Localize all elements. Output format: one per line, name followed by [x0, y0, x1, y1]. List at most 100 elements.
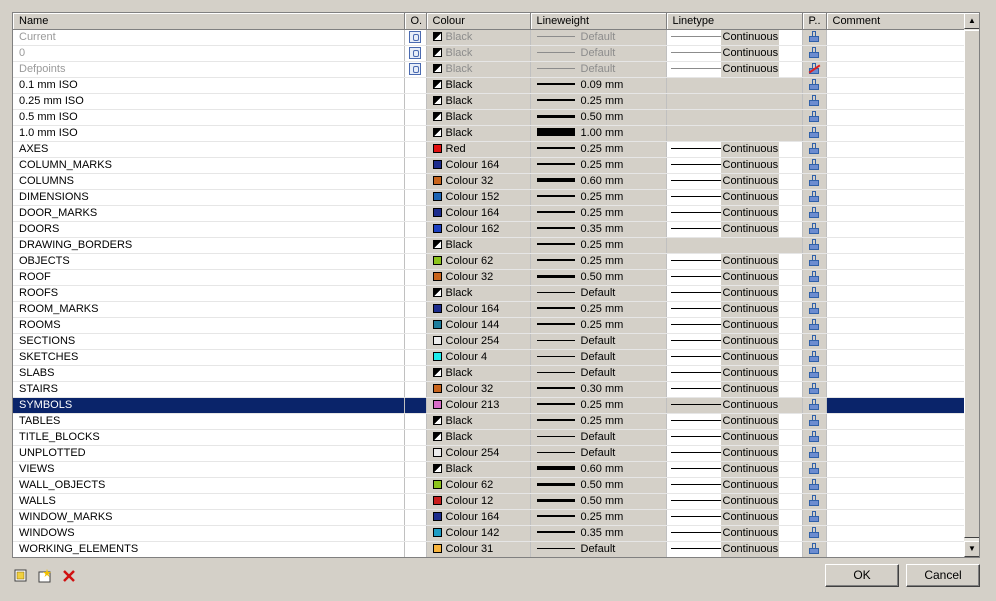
col-header-comment[interactable]: Comment	[826, 13, 965, 30]
layer-on-cell[interactable]	[404, 61, 427, 78]
layer-colour-cell[interactable]: Colour 254	[426, 445, 531, 462]
layer-row[interactable]: SKETCHES Colour 4 Default Continuous	[13, 349, 965, 366]
layer-on-cell[interactable]	[404, 29, 427, 46]
col-header-on[interactable]: O.	[404, 13, 427, 30]
layer-linetype-cell[interactable]: Continuous	[666, 189, 803, 206]
layer-row[interactable]: WORKING_ELEMENTS Colour 31 Default Continuo…	[13, 541, 965, 557]
layer-plot-cell[interactable]	[802, 461, 827, 478]
layer-comment-cell[interactable]	[826, 397, 965, 414]
layer-colour-cell[interactable]: Black	[426, 61, 531, 78]
layer-linetype-cell[interactable]: Continuous	[666, 173, 803, 190]
layer-name[interactable]: 0	[13, 45, 405, 62]
layer-lineweight-cell[interactable]: 0.50 mm	[530, 109, 667, 126]
layer-lineweight-cell[interactable]: Default	[530, 29, 667, 46]
layer-colour-cell[interactable]: Black	[426, 237, 531, 254]
ok-button[interactable]: OK	[825, 564, 899, 587]
layer-row[interactable]: UNPLOTTED Colour 254 Default Continuous	[13, 445, 965, 462]
plot-icon[interactable]	[808, 127, 819, 139]
layer-colour-cell[interactable]: Black	[426, 365, 531, 382]
layer-name[interactable]: COLUMNS	[13, 173, 405, 190]
layer-plot-cell[interactable]	[802, 61, 827, 78]
plot-icon[interactable]	[808, 463, 819, 475]
layer-colour-cell[interactable]: Colour 31	[426, 541, 531, 557]
layer-lineweight-cell[interactable]: 0.25 mm	[530, 509, 667, 526]
layer-colour-cell[interactable]: Black	[426, 125, 531, 142]
layer-linetype-cell[interactable]: Continuous	[666, 509, 803, 526]
layer-comment-cell[interactable]	[826, 285, 965, 302]
layer-row[interactable]: STAIRS Colour 32 0.30 mm Continuous	[13, 381, 965, 398]
layer-plot-cell[interactable]	[802, 205, 827, 222]
layer-name[interactable]: DOOR_MARKS	[13, 205, 405, 222]
layer-name[interactable]: DIMENSIONS	[13, 189, 405, 206]
layer-comment-cell[interactable]	[826, 253, 965, 270]
layer-linetype-cell[interactable]: Continuous	[666, 365, 803, 382]
layer-row[interactable]: 0.1 mm ISO Black 0.09 mm	[13, 77, 965, 94]
layer-row[interactable]: 1.0 mm ISO Black 1.00 mm	[13, 125, 965, 142]
layer-name[interactable]: OBJECTS	[13, 253, 405, 270]
layer-plot-cell[interactable]	[802, 445, 827, 462]
layer-on-icon[interactable]	[408, 31, 421, 44]
layer-row[interactable]: 0.5 mm ISO Black 0.50 mm	[13, 109, 965, 126]
layer-comment-cell[interactable]	[826, 205, 965, 222]
layer-plot-cell[interactable]	[802, 333, 827, 350]
layer-comment-cell[interactable]	[826, 365, 965, 382]
layer-row[interactable]: WINDOWS Colour 142 0.35 mm Continuous	[13, 525, 965, 542]
layer-lineweight-cell[interactable]: 0.50 mm	[530, 477, 667, 494]
layer-linetype-cell[interactable]: Continuous	[666, 477, 803, 494]
plot-icon[interactable]	[808, 495, 819, 507]
layer-colour-cell[interactable]: Colour 164	[426, 157, 531, 174]
plot-icon[interactable]	[808, 543, 819, 555]
layer-name[interactable]: WORKING_ELEMENTS	[13, 541, 405, 557]
delete-layer-icon[interactable]	[62, 569, 76, 583]
layer-plot-cell[interactable]	[802, 365, 827, 382]
layer-name[interactable]: ROOF	[13, 269, 405, 286]
layer-name[interactable]: AXES	[13, 141, 405, 158]
layer-lineweight-cell[interactable]: Default	[530, 541, 667, 557]
layer-on-cell[interactable]	[404, 397, 427, 414]
scroll-down-icon[interactable]: ▼	[964, 541, 979, 557]
layer-lineweight-cell[interactable]: 0.25 mm	[530, 189, 667, 206]
layer-comment-cell[interactable]	[826, 349, 965, 366]
layer-comment-cell[interactable]	[826, 381, 965, 398]
layer-on-cell[interactable]	[404, 317, 427, 334]
layer-lineweight-cell[interactable]: Default	[530, 45, 667, 62]
layer-colour-cell[interactable]: Colour 213	[426, 397, 531, 414]
layer-on-cell[interactable]	[404, 285, 427, 302]
layer-comment-cell[interactable]	[826, 173, 965, 190]
layer-colour-cell[interactable]: Colour 162	[426, 221, 531, 238]
layer-row[interactable]: WALLS Colour 12 0.50 mm Continuous	[13, 493, 965, 510]
layer-linetype-cell[interactable]: Continuous	[666, 221, 803, 238]
layer-lineweight-cell[interactable]: 0.50 mm	[530, 493, 667, 510]
layer-plot-cell[interactable]	[802, 93, 827, 110]
layer-row[interactable]: DOOR_MARKS Colour 164 0.25 mm Continuous	[13, 205, 965, 222]
layer-row[interactable]: Current Black Default Continuous	[13, 29, 965, 46]
layer-on-cell[interactable]	[404, 301, 427, 318]
plot-icon[interactable]	[808, 383, 819, 395]
layer-on-cell[interactable]	[404, 349, 427, 366]
layer-row[interactable]: SYMBOLS Colour 213 0.25 mm Continuous	[13, 397, 965, 414]
layer-lineweight-cell[interactable]: 0.25 mm	[530, 205, 667, 222]
layer-lineweight-cell[interactable]: 0.60 mm	[530, 461, 667, 478]
layer-on-cell[interactable]	[404, 445, 427, 462]
layer-name[interactable]: TABLES	[13, 413, 405, 430]
layer-linetype-cell[interactable]: Continuous	[666, 61, 803, 78]
layer-comment-cell[interactable]	[826, 413, 965, 430]
plot-icon[interactable]	[808, 527, 819, 539]
layer-comment-cell[interactable]	[826, 269, 965, 286]
layer-plot-cell[interactable]	[802, 77, 827, 94]
layer-name[interactable]: ROOMS	[13, 317, 405, 334]
layer-name[interactable]: 0.5 mm ISO	[13, 109, 405, 126]
layer-row[interactable]: TABLES Black 0.25 mm Continuous	[13, 413, 965, 430]
layer-lineweight-cell[interactable]: 0.25 mm	[530, 237, 667, 254]
cancel-button[interactable]: Cancel	[906, 564, 980, 587]
layer-comment-cell[interactable]	[826, 45, 965, 62]
plot-icon[interactable]	[808, 175, 819, 187]
layer-on-cell[interactable]	[404, 525, 427, 542]
layer-name[interactable]: VIEWS	[13, 461, 405, 478]
layer-plot-cell[interactable]	[802, 541, 827, 557]
layer-on-cell[interactable]	[404, 429, 427, 446]
layer-on-cell[interactable]	[404, 173, 427, 190]
layer-name[interactable]: ROOFS	[13, 285, 405, 302]
layer-lineweight-cell[interactable]: 0.25 mm	[530, 141, 667, 158]
layer-row[interactable]: DOORS Colour 162 0.35 mm Continuous	[13, 221, 965, 238]
